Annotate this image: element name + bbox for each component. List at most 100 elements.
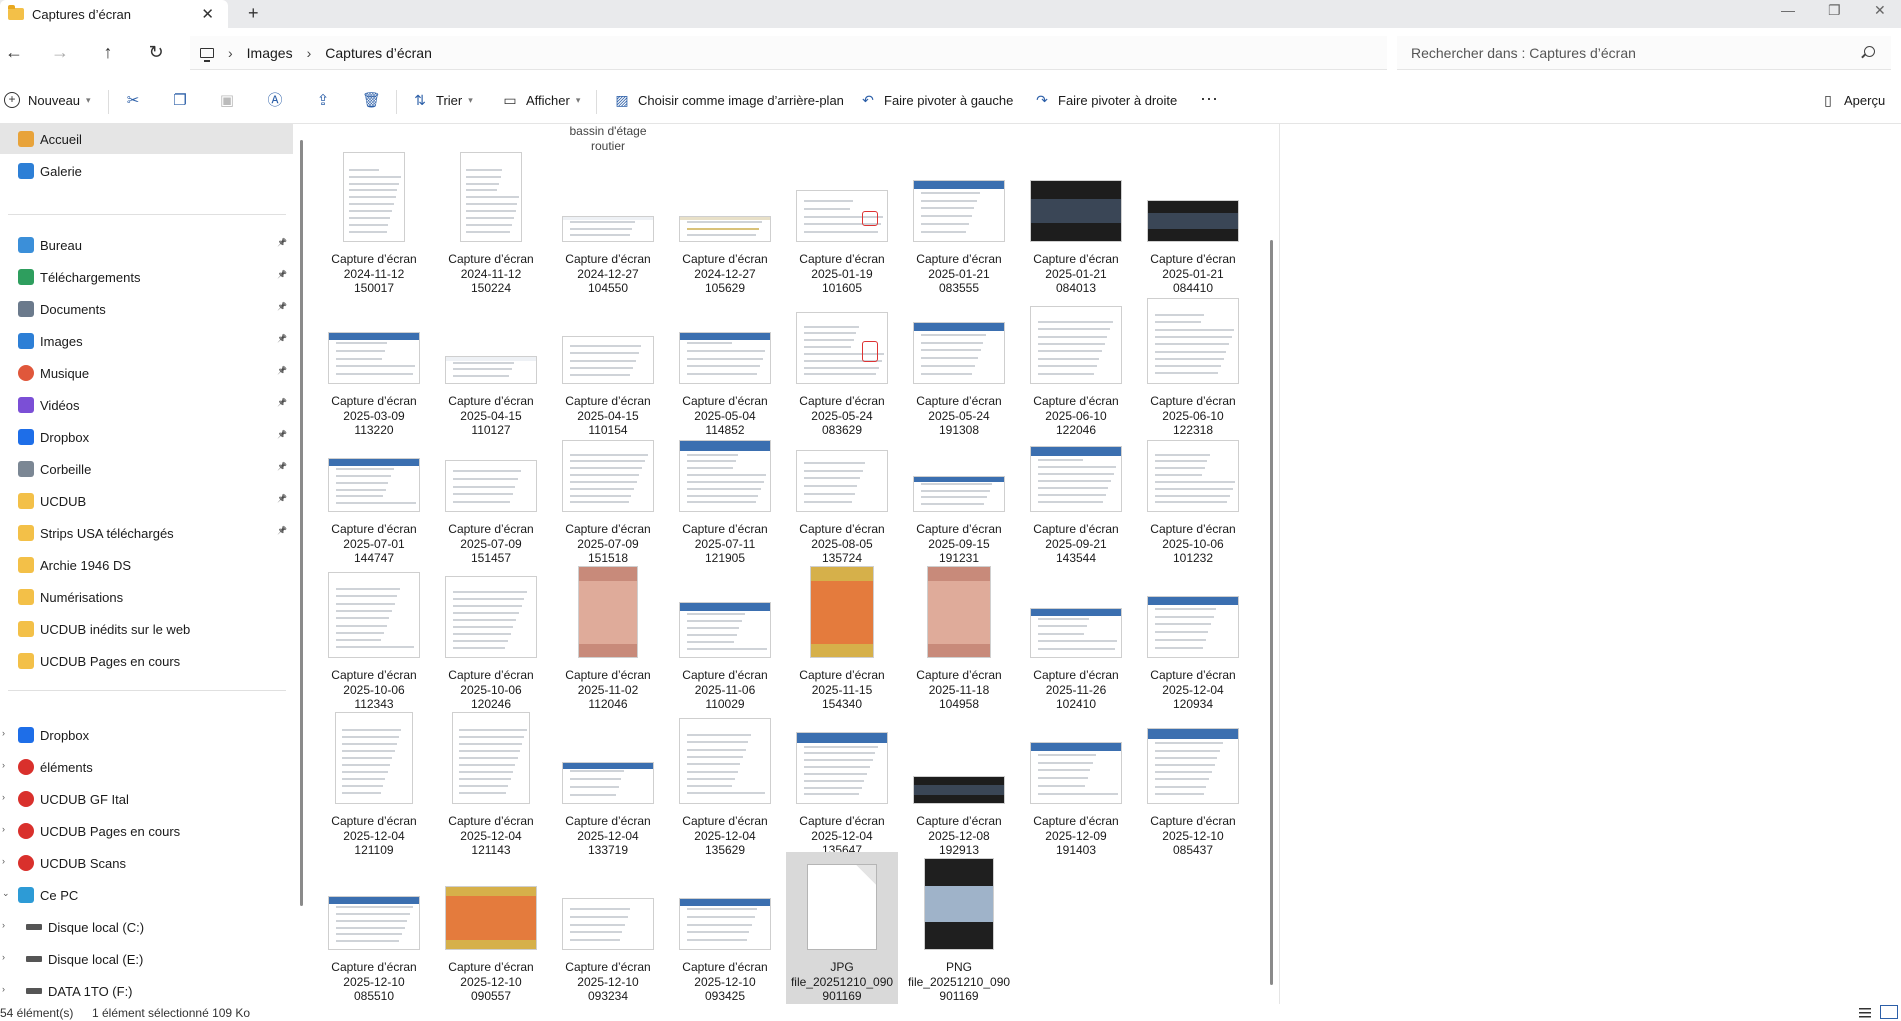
file-tile[interactable]: Capture d’écran 2025-12-04 135629 (669, 706, 781, 860)
new-button[interactable]: + Nouveau ▾ (4, 92, 91, 108)
forward-button[interactable]: → (50, 42, 70, 63)
expand-chevron-icon[interactable]: › (2, 760, 5, 770)
sidebar-item-12[interactable]: Archie 1946 DS (0, 550, 293, 580)
close-window-button[interactable]: ✕ (1874, 2, 1886, 19)
rotate-left-button[interactable]: ↶ Faire pivoter à gauche (860, 92, 1013, 108)
file-tile[interactable]: Capture d’écran 2025-01-21 084013 (1020, 144, 1132, 298)
share-icon[interactable]: ⇪ (314, 92, 332, 110)
sort-button[interactable]: ⇅ Trier ▾ (412, 92, 473, 108)
sidebar-item-22[interactable]: › Disque local (C:) (0, 912, 293, 942)
breadcrumb-captures[interactable]: Captures d’écran (325, 45, 432, 61)
file-tile[interactable]: Capture d’écran 2025-09-21 143544 (1020, 414, 1132, 568)
file-tile[interactable]: Capture d’écran 2025-12-04 120934 (1137, 560, 1249, 714)
file-tile[interactable]: Capture d’écran 2025-09-15 191231 (903, 414, 1015, 568)
expand-chevron-icon[interactable]: › (2, 920, 5, 930)
file-tile[interactable]: Capture d’écran 2025-01-21 083555 (903, 144, 1015, 298)
file-tile[interactable]: Capture d’écran 2025-01-21 084410 (1137, 144, 1249, 298)
rename-icon[interactable]: Ⓐ (266, 92, 284, 110)
new-tab-button[interactable]: + (248, 3, 259, 24)
large-icons-view-icon[interactable] (1880, 1005, 1898, 1019)
file-tile[interactable]: Capture d’écran 2025-12-10 093234 (552, 852, 664, 1004)
content-scrollbar[interactable] (1270, 240, 1273, 985)
file-tile[interactable]: JPG file_20251210_090 901169 (786, 852, 898, 1004)
expand-chevron-icon[interactable]: › (2, 856, 5, 866)
file-tile[interactable]: Capture d’écran 2025-12-04 135647 (786, 706, 898, 860)
sidebar-item-1[interactable]: Galerie (0, 156, 293, 186)
file-tile[interactable]: Capture d’écran 2025-11-02 112046 (552, 560, 664, 714)
sidebar-item-9[interactable]: Corbeille 📌 (0, 454, 293, 484)
details-view-icon[interactable] (1858, 1006, 1872, 1018)
sidebar-item-7[interactable]: Vidéos 📌 (0, 390, 293, 420)
sidebar-item-11[interactable]: Strips USA téléchargés 📌 (0, 518, 293, 548)
file-tile[interactable]: Capture d’écran 2025-11-06 110029 (669, 560, 781, 714)
tab-captures[interactable]: Captures d’écran ✕ (0, 0, 228, 28)
cut-icon[interactable]: ✂ (124, 92, 142, 110)
preview-pane-button[interactable]: ▯ Aperçu (1820, 92, 1885, 108)
maximize-button[interactable]: ❐ (1828, 2, 1841, 19)
back-button[interactable]: ← (4, 42, 24, 63)
up-button[interactable]: ↑ (98, 42, 118, 63)
sidebar-item-3[interactable]: Téléchargements 📌 (0, 262, 293, 292)
sidebar-item-17[interactable]: › éléments (0, 752, 293, 782)
minimize-button[interactable]: — (1781, 2, 1795, 18)
file-tile[interactable]: Capture d’écran 2025-11-18 104958 (903, 560, 1015, 714)
file-tile[interactable]: PNG file_20251210_090 901169 (903, 852, 1015, 1004)
sidebar-item-4[interactable]: Documents 📌 (0, 294, 293, 324)
sidebar-item-6[interactable]: Musique 📌 (0, 358, 293, 388)
file-tile[interactable]: Capture d’écran 2025-11-26 102410 (1020, 560, 1132, 714)
sidebar-item-24[interactable]: › DATA 1TO (F:) (0, 976, 293, 1004)
sidebar-item-13[interactable]: Numérisations (0, 582, 293, 612)
file-tile[interactable]: Capture d’écran 2025-07-09 151457 (435, 414, 547, 568)
copy-icon[interactable]: ❐ (171, 92, 189, 110)
sidebar-item-21[interactable]: ⌄ Ce PC (0, 880, 293, 910)
file-tile[interactable]: Capture d’écran 2025-12-10 090557 (435, 852, 547, 1004)
sidebar-item-23[interactable]: › Disque local (E:) (0, 944, 293, 974)
sidebar-item-10[interactable]: UCDUB 📌 (0, 486, 293, 516)
sidebar-item-8[interactable]: Dropbox 📌 (0, 422, 293, 452)
expand-chevron-icon[interactable]: ⌄ (2, 888, 10, 899)
sidebar-scrollbar[interactable] (300, 140, 303, 906)
file-tile[interactable]: Capture d’écran 2025-12-10 085437 (1137, 706, 1249, 860)
expand-chevron-icon[interactable]: › (2, 952, 5, 962)
file-tile[interactable]: Capture d’écran 2025-10-06 101232 (1137, 414, 1249, 568)
file-tile[interactable]: Capture d’écran 2025-08-05 135724 (786, 414, 898, 568)
file-tile[interactable]: Capture d’écran 2024-12-27 105629 (669, 144, 781, 298)
file-tile[interactable]: Capture d’écran 2024-12-27 104550 (552, 144, 664, 298)
file-tile[interactable]: Capture d’écran 2024-11-12 150224 (435, 144, 547, 298)
file-tile[interactable]: Capture d’écran 2025-12-04 121109 (318, 706, 430, 860)
sidebar-item-16[interactable]: › Dropbox (0, 720, 293, 750)
breadcrumb-images[interactable]: Images (247, 45, 293, 61)
file-tile[interactable]: Capture d’écran 2025-10-06 112343 (318, 560, 430, 714)
expand-chevron-icon[interactable]: › (2, 824, 5, 834)
file-tile[interactable]: Capture d’écran 2025-12-08 192913 (903, 706, 1015, 860)
file-tile[interactable]: Capture d’écran 2025-12-04 121143 (435, 706, 547, 860)
sidebar-item-14[interactable]: UCDUB inédits sur le web (0, 614, 293, 644)
file-tile[interactable]: Capture d’écran 2024-11-12 150017 (318, 144, 430, 298)
file-tile[interactable]: Capture d’écran 2025-12-04 133719 (552, 706, 664, 860)
file-tile[interactable]: Capture d’écran 2025-12-09 191403 (1020, 706, 1132, 860)
search-box[interactable]: Rechercher dans : Captures d’écran (1397, 36, 1891, 70)
paste-icon[interactable]: ▣ (218, 92, 236, 110)
sidebar-item-18[interactable]: › UCDUB GF Ital (0, 784, 293, 814)
view-button[interactable]: ▭ Afficher ▾ (502, 92, 580, 108)
file-tile[interactable]: Capture d’écran 2025-07-09 151518 (552, 414, 664, 568)
file-tile[interactable]: Capture d’écran 2025-01-19 101605 (786, 144, 898, 298)
sidebar-item-5[interactable]: Images 📌 (0, 326, 293, 356)
rotate-right-button[interactable]: ↷ Faire pivoter à droite (1034, 92, 1177, 108)
address-bar[interactable]: › Images › Captures d’écran (190, 36, 1387, 70)
file-tile[interactable]: Capture d’écran 2025-11-15 154340 (786, 560, 898, 714)
delete-icon[interactable]: 🗑 (362, 92, 381, 110)
close-tab-icon[interactable]: ✕ (201, 5, 214, 23)
file-tile[interactable]: Capture d’écran 2025-07-01 144747 (318, 414, 430, 568)
search-input[interactable]: Rechercher dans : Captures d’écran (1411, 45, 1636, 61)
file-tile[interactable]: Capture d’écran 2025-12-10 093425 (669, 852, 781, 1004)
expand-chevron-icon[interactable]: › (2, 984, 5, 994)
sidebar-item-2[interactable]: Bureau 📌 (0, 230, 293, 260)
sidebar-item-15[interactable]: UCDUB Pages en cours (0, 646, 293, 676)
sidebar-item-20[interactable]: › UCDUB Scans (0, 848, 293, 878)
sidebar-item-0[interactable]: Accueil (0, 124, 293, 154)
expand-chevron-icon[interactable]: › (2, 728, 5, 738)
file-tile[interactable]: Capture d’écran 2025-12-10 085510 (318, 852, 430, 1004)
file-tile[interactable]: Capture d’écran 2025-10-06 120246 (435, 560, 547, 714)
file-tile[interactable]: Capture d’écran 2025-07-11 121905 (669, 414, 781, 568)
